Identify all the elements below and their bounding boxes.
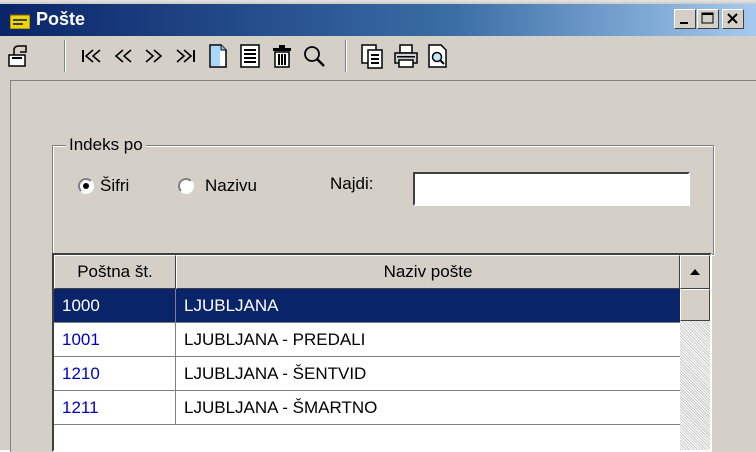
toolbar xyxy=(0,36,756,76)
scroll-up-button[interactable] xyxy=(680,255,710,289)
print-preview-icon[interactable] xyxy=(424,42,452,70)
first-record-icon[interactable] xyxy=(78,42,106,70)
new-record-icon[interactable] xyxy=(204,42,232,70)
vertical-scrollbar[interactable] xyxy=(680,255,710,450)
table-row[interactable]: 1211 LJUBLJANA - ŠMARTNO xyxy=(54,391,680,425)
exit-icon[interactable] xyxy=(6,42,34,70)
cell-postal-number: 1000 xyxy=(54,289,176,322)
cell-postal-number: 1211 xyxy=(54,391,176,424)
column-header-postal-number[interactable]: Poštna št. xyxy=(54,255,176,289)
window: Pošte Indeks po Šifri Nazivu Najdi: Pošt… xyxy=(0,0,756,452)
toolbar-separator xyxy=(345,40,347,72)
postal-grid: Poštna št. Naziv pošte 1000 LJUBLJANA 10… xyxy=(52,253,712,452)
form-icon xyxy=(10,14,30,29)
previous-record-icon[interactable] xyxy=(110,42,138,70)
radio-sifri[interactable] xyxy=(78,178,94,194)
cell-post-name: LJUBLJANA - ŠMARTNO xyxy=(184,398,378,417)
search-icon[interactable] xyxy=(300,42,328,70)
title-bar[interactable]: Pošte xyxy=(0,4,756,36)
delete-record-icon[interactable] xyxy=(268,42,296,70)
column-header-post-name[interactable]: Naziv pošte xyxy=(176,255,680,289)
table-row[interactable]: 1000 LJUBLJANA xyxy=(54,289,680,323)
cell-postal-number: 1001 xyxy=(54,323,176,356)
minimize-button[interactable] xyxy=(674,9,696,29)
print-icon[interactable] xyxy=(392,42,420,70)
minimize-icon xyxy=(680,22,688,24)
radio-nazivu-label[interactable]: Nazivu xyxy=(205,176,257,196)
next-record-icon[interactable] xyxy=(140,42,168,70)
find-input[interactable] xyxy=(413,172,690,206)
maximize-icon xyxy=(701,12,714,24)
window-title: Pošte xyxy=(36,9,86,29)
scroll-thumb[interactable] xyxy=(680,289,710,321)
radio-selected-dot xyxy=(83,183,89,189)
index-group-title: Indeks po xyxy=(66,135,146,155)
cell-post-name: LJUBLJANA xyxy=(184,296,279,315)
find-label: Najdi: xyxy=(330,174,374,193)
maximize-button[interactable] xyxy=(697,9,719,29)
cell-post-name: LJUBLJANA - PREDALI xyxy=(184,330,366,349)
radio-sifri-label[interactable]: Šifri xyxy=(100,176,129,196)
cell-postal-number: 1210 xyxy=(54,357,176,390)
scroll-up-arrow-icon xyxy=(690,269,700,275)
toolbar-separator xyxy=(64,40,66,72)
copy-icon[interactable] xyxy=(358,42,386,70)
close-button[interactable] xyxy=(722,9,744,29)
radio-nazivu[interactable] xyxy=(178,178,194,194)
table-row[interactable]: 1001 LJUBLJANA - PREDALI xyxy=(54,323,680,357)
last-record-icon[interactable] xyxy=(172,42,200,70)
edit-record-icon[interactable] xyxy=(236,42,264,70)
cell-post-name: LJUBLJANA - ŠENTVID xyxy=(184,364,367,383)
table-row[interactable]: 1210 LJUBLJANA - ŠENTVID xyxy=(54,357,680,391)
close-icon xyxy=(727,13,738,24)
